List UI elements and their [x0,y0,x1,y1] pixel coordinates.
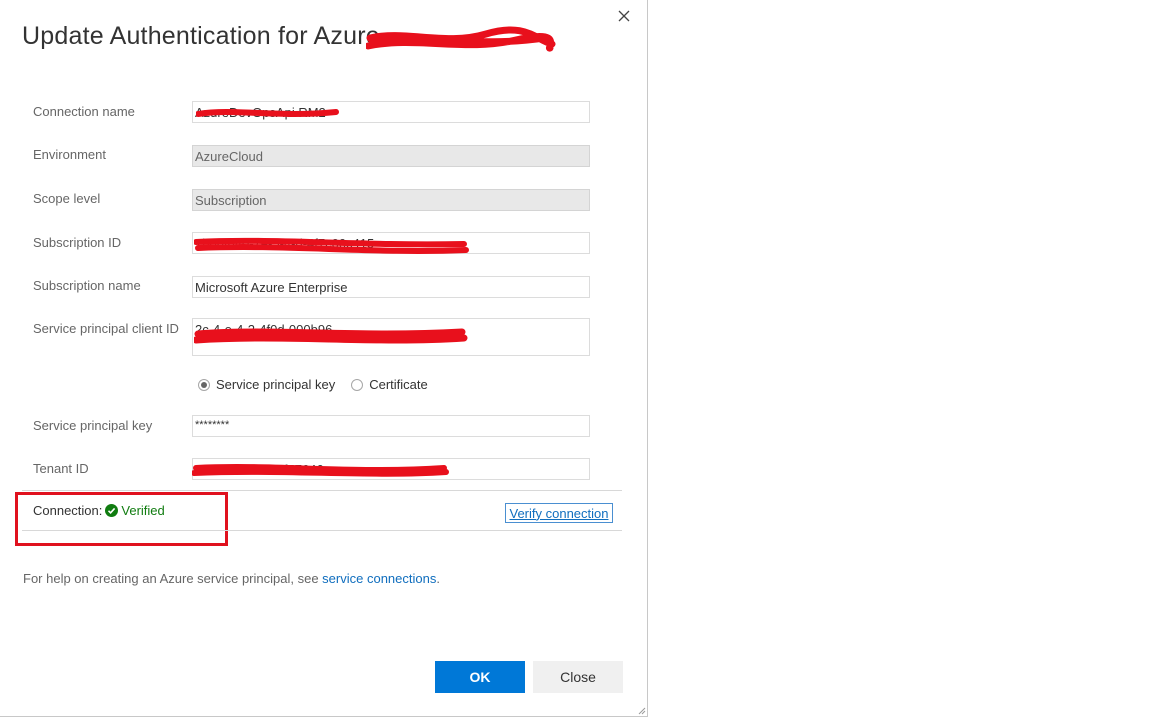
scope-level-label: Scope level [33,191,101,206]
subscription-id-input[interactable]: 7b06f640-7e-5-4-d-4f7c00c415 [192,232,590,254]
connection-name-label: Connection name [33,104,135,119]
subscription-name-label: Subscription name [33,278,141,293]
close-button[interactable]: Close [533,661,623,693]
environment-label: Environment [33,147,106,162]
service-principal-key-radio[interactable] [198,378,210,391]
help-text-suffix: . [436,571,440,586]
dialog-title: Update Authentication for Azure [22,22,380,50]
service-principal-key-label: Service principal key [33,418,153,433]
resize-grip-icon[interactable] [636,705,646,715]
authentication-method-radio-group: Service principal key Certificate [198,377,428,392]
divider [22,490,622,491]
subscription-id-label: Subscription ID [33,235,122,250]
highlight-annotation-box [15,492,228,546]
update-authentication-dialog: Update Authentication for Azure Connecti… [0,0,648,717]
help-text: For help on creating an Azure service pr… [23,571,440,586]
divider [22,530,622,531]
close-icon[interactable] [614,6,634,26]
scope-level-input: Subscription [192,189,590,211]
service-connections-link[interactable]: service connections [322,571,436,586]
environment-input: AzureCloud [192,145,590,167]
service-principal-key-radio-label[interactable]: Service principal key [216,377,335,392]
service-principal-key-input[interactable]: ******** [192,415,590,437]
help-text-body: For help on creating an Azure service pr… [23,571,323,586]
service-principal-client-id-input[interactable]: 2c-4-e-4-2-4f0d-000b96 [192,318,590,356]
certificate-radio-label[interactable]: Certificate [369,377,428,392]
service-principal-client-id-label: Service principal client ID [33,321,179,336]
ok-button[interactable]: OK [435,661,525,693]
tenant-id-input[interactable]: 39b-4f-3-6f8-c2f57646 [192,458,590,480]
connection-name-input[interactable]: AzureDevOpsApi RM2 [192,101,590,123]
certificate-radio[interactable] [351,378,364,391]
tenant-id-label: Tenant ID [33,461,89,476]
redaction-mark [366,26,556,52]
verify-connection-button[interactable]: Verify connection [505,503,613,523]
subscription-name-input[interactable]: Microsoft Azure Enterprise [192,276,590,298]
